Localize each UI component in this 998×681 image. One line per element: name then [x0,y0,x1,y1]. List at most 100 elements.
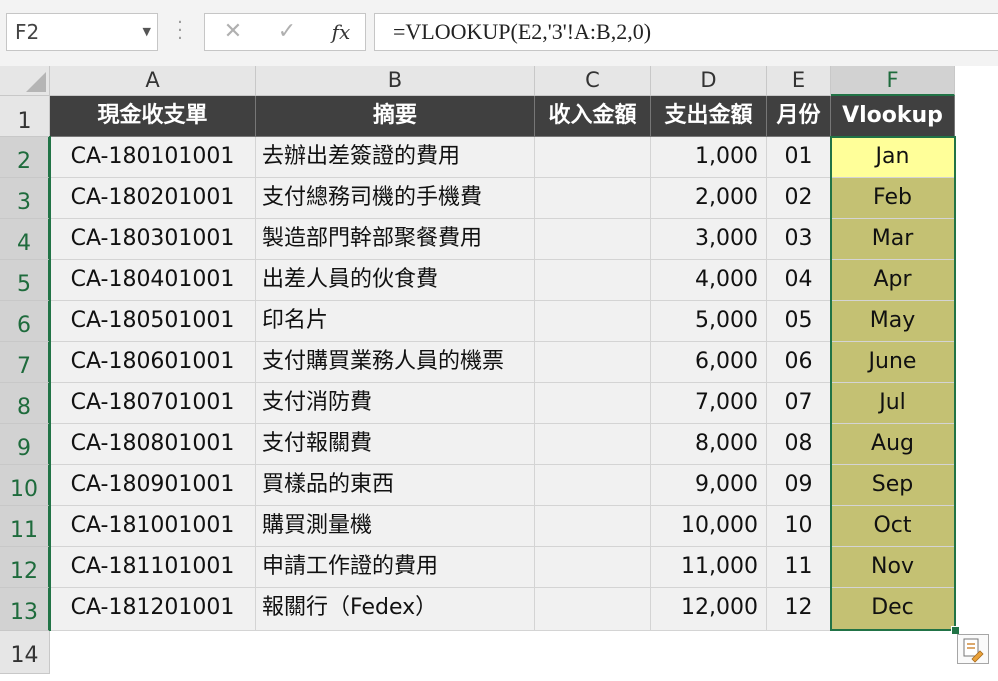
table-cell-col-d[interactable]: 12,000 [651,588,767,631]
row-header-3[interactable]: 3 [0,178,50,219]
table-cell-col-a[interactable]: CA-180901001 [50,465,256,506]
enter-icon[interactable]: ✓ [267,14,307,50]
table-cell-col-a[interactable]: CA-180401001 [50,260,256,301]
table-cell-col-a[interactable]: CA-181001001 [50,506,256,547]
name-box[interactable]: F2 ▼ [6,13,158,51]
table-cell-col-c[interactable] [535,178,651,219]
table-cell-col-c[interactable] [535,506,651,547]
chevron-down-icon[interactable]: ▼ [143,14,151,50]
table-cell-col-a[interactable]: CA-180101001 [50,137,256,178]
row-header-6[interactable]: 6 [0,301,50,342]
table-cell-col-e[interactable]: 11 [767,547,831,588]
table-cell-col-f[interactable]: Oct [831,506,955,547]
table-cell-col-f[interactable]: May [831,301,955,342]
table-cell-col-b[interactable]: 印名片 [256,301,535,342]
table-cell-col-a[interactable]: CA-180801001 [50,424,256,465]
table-cell-col-b[interactable]: 出差人員的伙食費 [256,260,535,301]
table-cell-col-d[interactable]: 8,000 [651,424,767,465]
table-cell-col-f[interactable]: Apr [831,260,955,301]
table-cell-col-b[interactable]: 申請工作證的費用 [256,547,535,588]
table-cell-col-b[interactable]: 支付報關費 [256,424,535,465]
table-cell-col-c[interactable] [535,137,651,178]
more-options-icon[interactable]: · · · [176,14,184,48]
table-cell-col-c[interactable] [535,260,651,301]
table-cell-col-f[interactable]: Jul [831,383,955,424]
table-cell-col-d[interactable]: 6,000 [651,342,767,383]
table-cell-col-c[interactable] [535,424,651,465]
table-cell-col-d[interactable]: 5,000 [651,301,767,342]
table-cell-col-c[interactable] [535,465,651,506]
table-cell-col-c[interactable] [535,383,651,424]
table-cell-col-b[interactable]: 支付消防費 [256,383,535,424]
table-cell-col-b[interactable]: 報關行（Fedex） [256,588,535,631]
table-cell-col-e[interactable]: 08 [767,424,831,465]
table-cell-col-e[interactable]: 10 [767,506,831,547]
table-cell-col-d[interactable]: 11,000 [651,547,767,588]
row-header-2[interactable]: 2 [0,137,50,178]
table-cell-col-a[interactable]: CA-180501001 [50,301,256,342]
table-cell-col-b[interactable]: 去辦出差簽證的費用 [256,137,535,178]
table-cell-col-e[interactable]: 12 [767,588,831,631]
table-cell-col-f[interactable]: Mar [831,219,955,260]
table-cell-col-e[interactable]: 03 [767,219,831,260]
table-cell-col-d[interactable]: 10,000 [651,506,767,547]
row-header-1[interactable]: 1 [0,96,50,137]
header-cell-col-e[interactable]: 月份 [767,96,831,137]
table-cell-col-e[interactable]: 09 [767,465,831,506]
cancel-icon[interactable]: ✕ [213,14,253,50]
row-header-10[interactable]: 10 [0,465,50,506]
table-cell-col-b[interactable]: 購買測量機 [256,506,535,547]
row-header-4[interactable]: 4 [0,219,50,260]
row-header-8[interactable]: 8 [0,383,50,424]
row-header-11[interactable]: 11 [0,506,50,547]
header-cell-col-c[interactable]: 收入金額 [535,96,651,137]
column-header-a[interactable]: A [50,66,256,96]
table-cell-col-d[interactable]: 9,000 [651,465,767,506]
table-cell-col-f[interactable]: Aug [831,424,955,465]
header-cell-col-f[interactable]: Vlookup [831,96,955,137]
row-header-7[interactable]: 7 [0,342,50,383]
table-cell-col-a[interactable]: CA-181101001 [50,547,256,588]
table-cell-col-d[interactable]: 2,000 [651,178,767,219]
row-header-14[interactable]: 14 [0,631,50,674]
table-cell-col-e[interactable]: 04 [767,260,831,301]
table-cell-col-d[interactable]: 4,000 [651,260,767,301]
table-cell-col-a[interactable]: CA-180701001 [50,383,256,424]
table-cell-col-b[interactable]: 支付購買業務人員的機票 [256,342,535,383]
table-cell-col-c[interactable] [535,588,651,631]
quick-analysis-icon[interactable] [957,634,989,664]
table-cell-col-d[interactable]: 3,000 [651,219,767,260]
table-cell-col-e[interactable]: 07 [767,383,831,424]
table-cell-col-a[interactable]: CA-180301001 [50,219,256,260]
table-cell-col-c[interactable] [535,219,651,260]
table-cell-col-f[interactable]: Feb [831,178,955,219]
table-cell-col-a[interactable]: CA-180201001 [50,178,256,219]
select-all-corner[interactable] [0,66,50,96]
table-cell-col-e[interactable]: 05 [767,301,831,342]
table-cell-col-d[interactable]: 7,000 [651,383,767,424]
table-cell-col-a[interactable]: CA-180601001 [50,342,256,383]
table-cell-col-f[interactable]: Jan [831,137,955,178]
table-cell-col-a[interactable]: CA-181201001 [50,588,256,631]
table-cell-col-b[interactable]: 製造部門幹部聚餐費用 [256,219,535,260]
column-header-d[interactable]: D [651,66,767,96]
row-header-12[interactable]: 12 [0,547,50,588]
column-header-c[interactable]: C [535,66,651,96]
row-header-5[interactable]: 5 [0,260,50,301]
header-cell-col-b[interactable]: 摘要 [256,96,535,137]
table-cell-col-d[interactable]: 1,000 [651,137,767,178]
table-cell-col-e[interactable]: 06 [767,342,831,383]
table-cell-col-c[interactable] [535,547,651,588]
table-cell-col-f[interactable]: Dec [831,588,955,631]
table-cell-col-f[interactable]: Nov [831,547,955,588]
column-header-e[interactable]: E [767,66,831,96]
column-header-b[interactable]: B [256,66,535,96]
formula-input[interactable]: =VLOOKUP(E2,'3'!A:B,2,0) [374,13,998,51]
row-header-9[interactable]: 9 [0,424,50,465]
column-header-f[interactable]: F [831,66,955,96]
insert-function-icon[interactable]: fx [321,14,361,50]
table-cell-col-e[interactable]: 01 [767,137,831,178]
table-cell-col-e[interactable]: 02 [767,178,831,219]
table-cell-col-c[interactable] [535,301,651,342]
header-cell-col-a[interactable]: 現金收支單 [50,96,256,137]
